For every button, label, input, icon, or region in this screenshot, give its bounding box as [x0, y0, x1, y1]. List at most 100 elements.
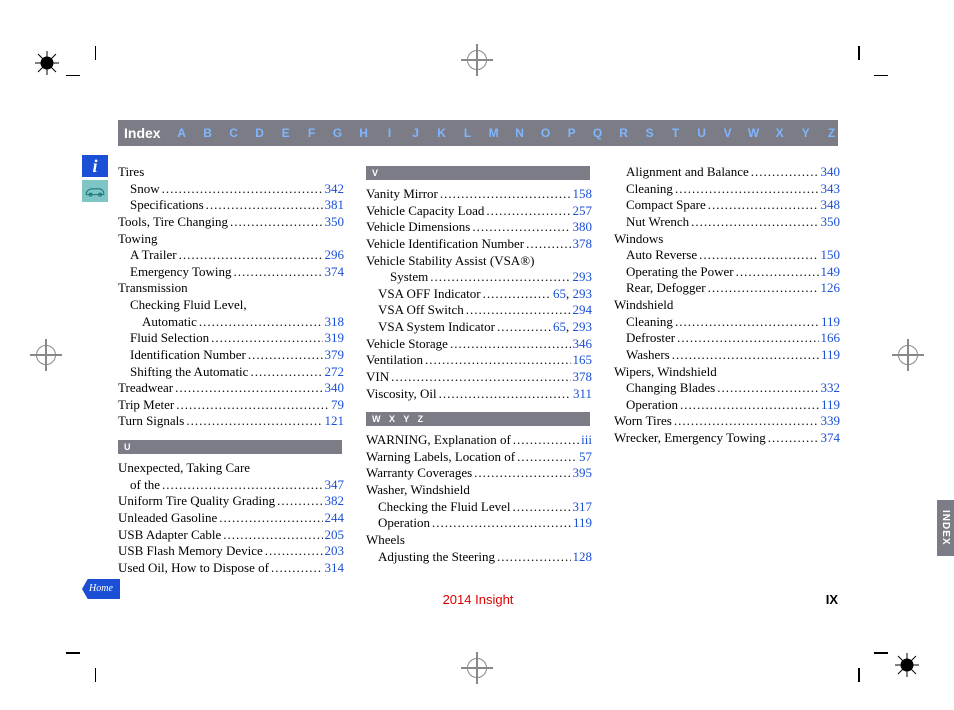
page-link[interactable]: 311: [573, 386, 592, 403]
page-link[interactable]: 57: [579, 449, 592, 466]
alpha-link-z[interactable]: Z: [819, 126, 845, 140]
page-link[interactable]: 380: [573, 219, 593, 236]
alpha-link-e[interactable]: E: [273, 126, 299, 140]
page-link[interactable]: 342: [325, 181, 345, 198]
page-link[interactable]: 203: [325, 543, 345, 560]
page-link[interactable]: 339: [821, 413, 841, 430]
info-icon[interactable]: i: [82, 155, 108, 177]
alpha-link-f[interactable]: F: [299, 126, 325, 140]
page-link[interactable]: 332: [821, 380, 841, 397]
page-link[interactable]: 382: [325, 493, 345, 510]
registration-mark-icon: [34, 343, 58, 367]
page-link[interactable]: 119: [821, 347, 840, 364]
alpha-link-y[interactable]: Y: [793, 126, 819, 140]
alpha-link-x[interactable]: X: [767, 126, 793, 140]
alpha-link-n[interactable]: N: [507, 126, 533, 140]
alpha-link-g[interactable]: G: [325, 126, 351, 140]
alpha-link-s[interactable]: S: [637, 126, 663, 140]
page-link[interactable]: 294: [573, 302, 593, 319]
page-link[interactable]: 244: [325, 510, 345, 527]
page-link[interactable]: 205: [325, 527, 345, 544]
page-link[interactable]: 119: [573, 515, 592, 532]
alpha-link-d[interactable]: D: [247, 126, 273, 140]
page-link[interactable]: 350: [821, 214, 841, 231]
page-link[interactable]: 395: [573, 465, 593, 482]
leader-dots: [439, 386, 571, 403]
alpha-link-o[interactable]: O: [533, 126, 559, 140]
page-link[interactable]: 343: [821, 181, 841, 198]
index-entry: Fluid Selection319: [118, 330, 344, 347]
entry-label: Warranty Coverages: [366, 465, 472, 482]
alpha-link-i[interactable]: I: [377, 126, 403, 140]
page-link[interactable]: 319: [325, 330, 345, 347]
page-link[interactable]: 119: [821, 314, 840, 331]
page-link[interactable]: 166: [821, 330, 841, 347]
page-link[interactable]: 128: [573, 549, 593, 566]
page-link[interactable]: 347: [325, 477, 345, 494]
page-footer: 2014 Insight IX: [118, 592, 838, 607]
alpha-link-q[interactable]: Q: [585, 126, 611, 140]
leader-dots: [230, 214, 323, 231]
page-link[interactable]: 65, 293: [553, 286, 592, 303]
alpha-link-u[interactable]: U: [689, 126, 715, 140]
alpha-link-m[interactable]: M: [481, 126, 507, 140]
page-link[interactable]: 165: [573, 352, 593, 369]
alpha-link-h[interactable]: H: [351, 126, 377, 140]
entry-label: Treadwear: [118, 380, 173, 397]
alpha-link-a[interactable]: A: [169, 126, 195, 140]
alpha-link-b[interactable]: B: [195, 126, 221, 140]
page-link[interactable]: 381: [325, 197, 345, 214]
page-link[interactable]: 65, 293: [553, 319, 592, 336]
page-link[interactable]: 79: [331, 397, 344, 414]
page-link[interactable]: 272: [325, 364, 345, 381]
alpha-link-r[interactable]: R: [611, 126, 637, 140]
index-entry: Auto Reverse150: [614, 247, 840, 264]
index-entry: Unexpected, Taking Care: [118, 460, 344, 477]
entry-label: Trip Meter: [118, 397, 174, 414]
entries-block: WARNING, Explanation ofiiiWarning Labels…: [366, 432, 592, 565]
alpha-link-c[interactable]: C: [221, 126, 247, 140]
page-link[interactable]: 150: [821, 247, 841, 264]
page-link[interactable]: 121: [325, 413, 345, 430]
page-link[interactable]: 340: [325, 380, 345, 397]
leader-dots: [265, 543, 323, 560]
leader-dots: [486, 203, 570, 220]
index-entry: Specifications381: [118, 197, 344, 214]
page-link[interactable]: 374: [821, 430, 841, 447]
page-link[interactable]: 340: [821, 164, 841, 181]
alpha-link-t[interactable]: T: [663, 126, 689, 140]
alpha-link-l[interactable]: L: [455, 126, 481, 140]
leader-dots: [425, 352, 570, 369]
alpha-link-p[interactable]: P: [559, 126, 585, 140]
page-link[interactable]: 378: [573, 236, 593, 253]
page-link[interactable]: 348: [821, 197, 841, 214]
page-link[interactable]: 317: [573, 499, 593, 516]
home-button[interactable]: Home: [82, 579, 120, 599]
page-link[interactable]: 379: [325, 347, 345, 364]
page-link[interactable]: 119: [821, 397, 840, 414]
page-link[interactable]: 318: [325, 314, 345, 331]
page-link[interactable]: 126: [821, 280, 841, 297]
page-link[interactable]: 158: [573, 186, 593, 203]
page-link[interactable]: 350: [325, 214, 345, 231]
page-link[interactable]: iii: [581, 432, 592, 449]
alpha-link-v[interactable]: V: [715, 126, 741, 140]
crop-mark-icon: [66, 652, 96, 682]
page-link[interactable]: 314: [325, 560, 345, 577]
entry-label: Worn Tires: [614, 413, 672, 430]
leader-dots: [708, 197, 819, 214]
registration-mark-icon: [896, 343, 920, 367]
alpha-link-k[interactable]: K: [429, 126, 455, 140]
section-letter-wxyz: W X Y Z: [366, 412, 590, 426]
page-link[interactable]: 296: [325, 247, 345, 264]
page-link[interactable]: 374: [325, 264, 345, 281]
alpha-link-j[interactable]: J: [403, 126, 429, 140]
page-link[interactable]: 378: [573, 369, 593, 386]
page-link[interactable]: 293: [573, 269, 593, 286]
entry-label: Nut Wrench: [626, 214, 689, 231]
page-link[interactable]: 346: [573, 336, 593, 353]
alpha-link-w[interactable]: W: [741, 126, 767, 140]
page-link[interactable]: 149: [821, 264, 841, 281]
car-icon[interactable]: [82, 180, 108, 202]
page-link[interactable]: 257: [573, 203, 593, 220]
